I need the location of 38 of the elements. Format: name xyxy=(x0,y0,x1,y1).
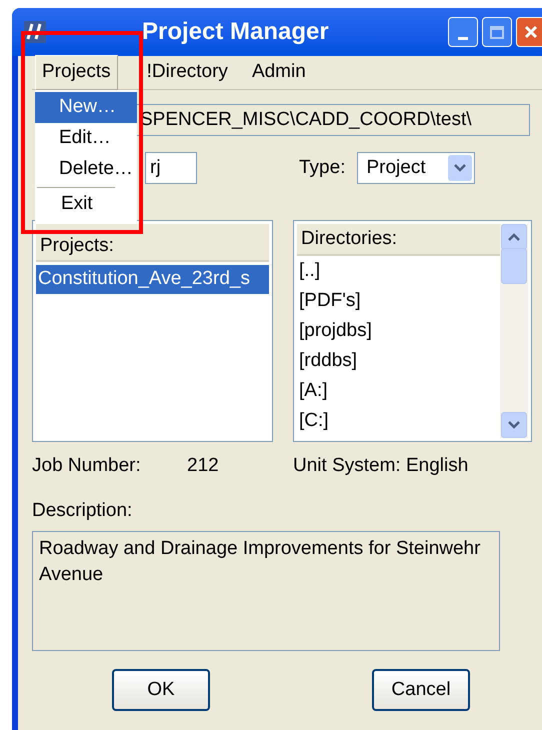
type-label: Type: xyxy=(299,156,346,180)
close-icon xyxy=(523,24,539,40)
list-item[interactable]: [..] xyxy=(297,256,500,286)
list-item[interactable]: [A:] xyxy=(297,376,500,406)
list-item[interactable]: Constitution_Ave_23rd_s xyxy=(36,265,269,294)
menu-item[interactable]: Projects xyxy=(35,55,118,90)
description-field[interactable]: Roadway and Drainage Improvements for Steinwehr Avenue xyxy=(32,531,500,651)
list-item[interactable]: [projdbs] xyxy=(297,316,500,346)
menu-option[interactable]: Delete… xyxy=(35,154,137,185)
name-field[interactable]: rj xyxy=(145,152,197,184)
chevron-down-icon xyxy=(507,420,521,430)
job-number-value: 212 xyxy=(187,454,220,478)
list-header: Directories: xyxy=(297,224,500,256)
scroll-thumb[interactable] xyxy=(501,248,527,284)
scroll-up-button[interactable] xyxy=(501,224,527,250)
list-item[interactable]: [PDF's] xyxy=(297,286,500,316)
list-item[interactable]: [C:] xyxy=(297,406,500,436)
minimize-button[interactable] xyxy=(448,17,478,47)
description-label: Description: xyxy=(32,498,134,522)
job-number-label: Job Number: xyxy=(32,454,142,478)
chevron-up-icon xyxy=(507,232,521,242)
unit-system-label: Unit System: English xyxy=(293,454,468,478)
close-button[interactable] xyxy=(516,17,542,47)
dialog-button[interactable]: OK xyxy=(112,669,210,711)
window-title: Project Manager xyxy=(142,17,329,47)
path-field[interactable]: SPENCER_MISC\CADD_COORD\test\ xyxy=(135,104,530,136)
scrollbar[interactable] xyxy=(500,224,528,438)
scroll-down-button[interactable] xyxy=(501,412,527,438)
maximize-button[interactable] xyxy=(482,17,512,47)
list-item[interactable]: [rddbs] xyxy=(297,346,500,376)
menu-item[interactable]: Admin xyxy=(244,55,313,90)
menu-item[interactable]: !Directory xyxy=(140,55,235,90)
menu-option[interactable]: Edit… xyxy=(35,123,137,154)
dialog-button[interactable]: Cancel xyxy=(372,669,470,711)
type-dropdown[interactable]: Project xyxy=(357,152,476,184)
list-header: Projects: xyxy=(36,224,269,262)
menu-option[interactable]: Exit xyxy=(35,190,115,219)
menu-option[interactable]: New… xyxy=(35,92,137,123)
